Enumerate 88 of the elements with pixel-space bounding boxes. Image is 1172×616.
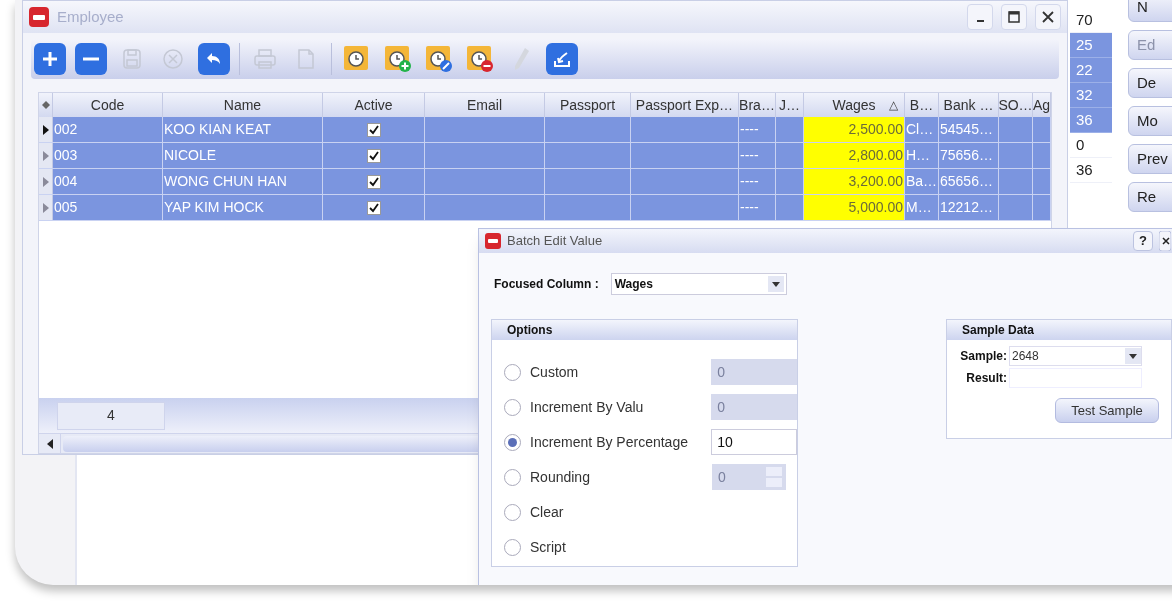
circle-x-icon (161, 47, 185, 71)
scroll-left-icon (46, 438, 53, 449)
table-cell: WONG CHUN HAN (163, 169, 323, 194)
table-cell: 75656… (939, 143, 999, 168)
dialog-title: Batch Edit Value (507, 232, 603, 251)
table-cell: YAP KIM HOCK (163, 195, 323, 220)
plus-icon (40, 49, 60, 69)
sample-dropdown[interactable]: 2648 (1009, 346, 1142, 366)
clock-remove-button[interactable] (464, 43, 496, 75)
radio-button[interactable] (504, 363, 521, 381)
table-cell: KOO KIAN KEAT (163, 117, 323, 142)
table-cell: 2,500.00 (804, 117, 905, 142)
table-cell: M… (905, 195, 939, 220)
add-button[interactable] (34, 43, 66, 75)
radio-button[interactable] (504, 468, 521, 486)
table-cell: 2,800.00 (804, 143, 905, 168)
app-logo-icon (29, 7, 49, 27)
table-cell: 002 (53, 117, 163, 142)
checkbox[interactable] (366, 148, 381, 163)
table-cell: ---- (739, 169, 776, 194)
checkbox[interactable] (366, 122, 381, 137)
remove-button[interactable] (75, 43, 107, 75)
diamond-icon (41, 101, 50, 109)
table-cell: 004 (53, 169, 163, 194)
close-button[interactable] (1035, 4, 1061, 30)
sort-indicator: △ (889, 97, 898, 114)
table-cell: Cl… (905, 117, 939, 142)
table-cell: 003 (53, 143, 163, 168)
clock-plus-icon (383, 44, 413, 74)
field-label: Focused Column : (494, 276, 599, 293)
input-field[interactable]: 10 (711, 429, 797, 455)
side-button[interactable]: Re (1128, 182, 1172, 212)
table-cell: NICOLE (163, 143, 323, 168)
checkbox[interactable] (366, 200, 381, 215)
clock-edit-button[interactable] (423, 43, 455, 75)
help-button[interactable]: ? (1133, 231, 1153, 251)
table-row[interactable]: 002 KOO KIAN KEAT ---- 2,500.00 Cl… 54545… (39, 117, 1051, 143)
clock-minus-icon (465, 44, 495, 74)
option-label: Increment By Valu (530, 397, 644, 417)
table-cell: ---- (739, 195, 776, 220)
table-cell: 005 (53, 195, 163, 220)
table-cell: 54545… (939, 117, 999, 142)
table-row[interactable]: 004 WONG CHUN HAN ---- 3,200.00 Ba… 65656… (39, 169, 1051, 195)
maximize-icon (1007, 10, 1021, 24)
minimize-icon (976, 20, 984, 22)
minus-icon (83, 57, 99, 61)
tray-arrow-icon (552, 49, 572, 69)
table-cell: Ba… (905, 169, 939, 194)
checkbox[interactable] (366, 174, 381, 189)
table-row[interactable]: 003 NICOLE ---- 2,800.00 H… 75656… (39, 143, 1051, 169)
maximize-button[interactable] (1001, 4, 1027, 30)
option-label: Script (530, 537, 566, 557)
close-icon (1041, 10, 1055, 24)
option-label: Custom (530, 362, 579, 382)
import-button[interactable] (546, 43, 578, 75)
test-sample-button[interactable]: Test Sample (1055, 398, 1159, 423)
group-title: Options (507, 322, 553, 339)
close-icon[interactable] (1159, 231, 1171, 251)
option-label: Clear (530, 502, 564, 522)
table-cell: ---- (739, 117, 776, 142)
clock-add-button[interactable] (382, 43, 414, 75)
side-button[interactable]: Prev (1128, 144, 1172, 174)
field-label: Sample: (959, 348, 1007, 365)
printer-icon (252, 47, 278, 71)
undo-button[interactable] (198, 43, 230, 75)
side-button[interactable]: N (1128, 0, 1172, 22)
table-cell: 65656… (939, 169, 999, 194)
clock-pencil-icon (424, 44, 454, 74)
app-logo-icon (485, 233, 501, 249)
table-cell: 12212… (939, 195, 999, 220)
side-button[interactable]: De (1128, 68, 1172, 98)
row-count: 4 (57, 401, 165, 430)
table-cell: 3,200.00 (804, 169, 905, 194)
radio-button[interactable] (504, 398, 521, 416)
table-cell: H… (905, 143, 939, 168)
window-title: Employee (57, 6, 124, 27)
table-cell: ---- (739, 143, 776, 168)
radio-button[interactable] (504, 538, 521, 556)
option-label: Increment By Percentage (530, 432, 688, 452)
table-cell: 5,000.00 (804, 195, 905, 220)
radio-button[interactable] (504, 433, 521, 451)
option-label: Rounding (530, 467, 590, 487)
group-title: Sample Data (962, 322, 1035, 339)
column-dropdown[interactable]: Wages (610, 273, 787, 295)
side-button[interactable]: Mo (1128, 106, 1172, 136)
table-row[interactable]: 005 YAP KIM HOCK ---- 5,000.00 M… 12212… (39, 195, 1051, 221)
radio-button[interactable] (504, 503, 521, 521)
field-label: Result: (965, 370, 1007, 387)
